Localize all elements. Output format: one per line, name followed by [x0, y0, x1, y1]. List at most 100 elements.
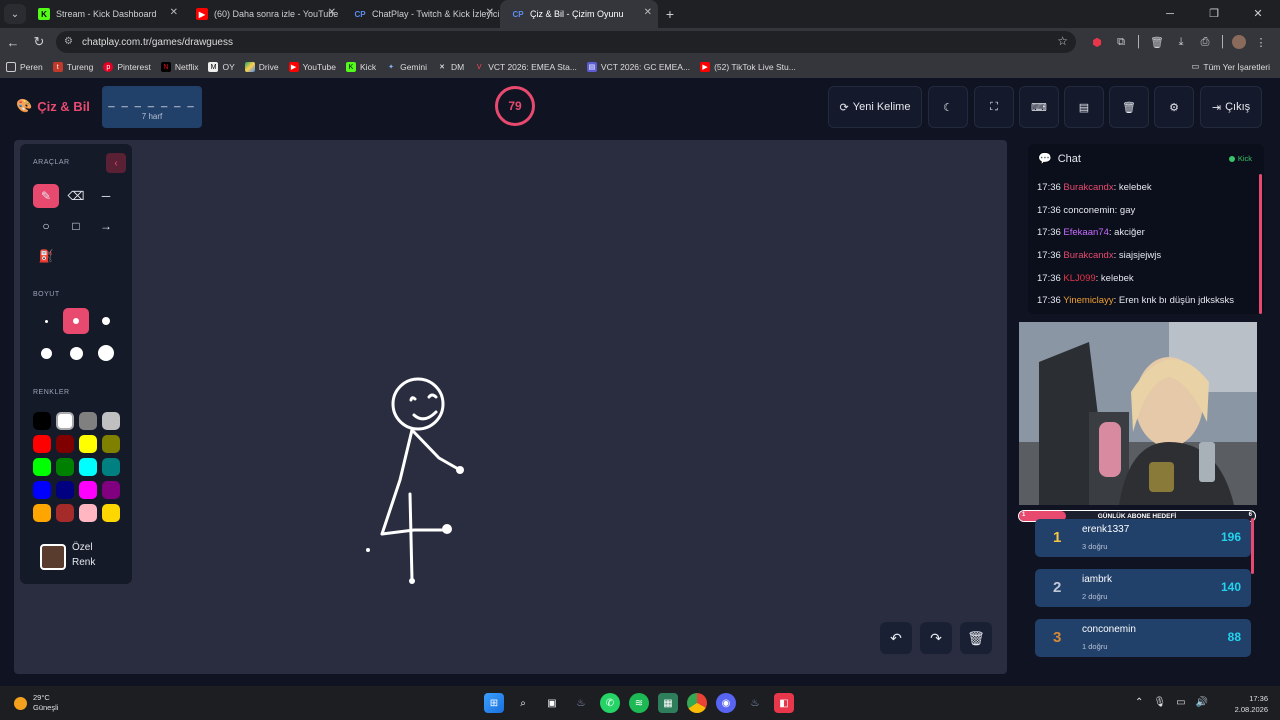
- color-swatch[interactable]: [79, 458, 97, 476]
- color-swatch[interactable]: [56, 435, 74, 453]
- tab-drawguess[interactable]: CP Çiz & Bil - Çizim Oyunu ✕: [500, 0, 658, 28]
- arrow-tool[interactable]: →: [93, 214, 119, 238]
- bookmark-item[interactable]: p Pinterest: [103, 62, 151, 72]
- fill-tool[interactable]: ⛽: [33, 244, 59, 268]
- url-field[interactable]: ⚙ chatplay.com.tr/games/drawguess ☆: [56, 31, 1076, 53]
- bookmark-item[interactable]: Drive: [244, 62, 279, 72]
- color-swatch[interactable]: [56, 481, 74, 499]
- color-swatch[interactable]: [33, 504, 51, 522]
- close-icon[interactable]: ✕: [328, 7, 336, 18]
- chat-scrollbar[interactable]: [1259, 174, 1262, 314]
- size-option-4[interactable]: [33, 340, 59, 366]
- windows-start-icon[interactable]: ⊞: [484, 693, 504, 713]
- color-swatch[interactable]: [79, 435, 97, 453]
- color-swatch[interactable]: [102, 458, 120, 476]
- extension-icon[interactable]: ⬢: [1088, 33, 1106, 51]
- print-icon[interactable]: ⎙: [1196, 33, 1214, 51]
- trash-icon[interactable]: 🗑: [1148, 33, 1166, 51]
- tab-kick-dashboard[interactable]: K Stream - Kick Dashboard ✕: [26, 0, 184, 28]
- all-bookmarks-button[interactable]: ▭ Tüm Yer İşaretleri: [1191, 61, 1270, 72]
- settings-button[interactable]: ⚙: [1154, 86, 1194, 128]
- task-view-icon[interactable]: ▣: [542, 693, 562, 713]
- bookmark-item[interactable]: ✦ Gemini: [386, 62, 427, 72]
- bookmark-item[interactable]: Peren: [6, 62, 43, 72]
- color-swatch[interactable]: [102, 504, 120, 522]
- bookmark-item[interactable]: t Tureng: [52, 62, 93, 72]
- close-window-button[interactable]: ✕: [1236, 0, 1280, 28]
- color-swatch[interactable]: [33, 458, 51, 476]
- size-option-1[interactable]: [33, 308, 59, 334]
- app-icon[interactable]: ▦: [658, 693, 678, 713]
- undo-button[interactable]: ↶: [880, 622, 912, 654]
- tab-chatplay[interactable]: CP ChatPlay - Twitch & Kick İzleyici ✕: [342, 0, 500, 28]
- minimize-button[interactable]: ─: [1148, 0, 1192, 28]
- close-icon[interactable]: ✕: [644, 7, 652, 18]
- volume-icon[interactable]: 🔊: [1196, 697, 1208, 708]
- profile-avatar[interactable]: [1232, 35, 1246, 49]
- redo-button[interactable]: ↷: [920, 622, 952, 654]
- size-option-2[interactable]: [63, 308, 89, 334]
- custom-color-swatch[interactable]: [40, 544, 66, 570]
- size-option-5[interactable]: [63, 340, 89, 366]
- size-option-3[interactable]: [93, 308, 119, 334]
- color-swatch[interactable]: [56, 458, 74, 476]
- clear-canvas-button[interactable]: 🗑: [960, 622, 992, 654]
- color-swatch[interactable]: [79, 504, 97, 522]
- fullscreen-button[interactable]: ⛶: [974, 86, 1014, 128]
- archive-button[interactable]: ▤: [1064, 86, 1104, 128]
- circle-tool[interactable]: ○: [33, 214, 59, 238]
- color-swatch[interactable]: [102, 481, 120, 499]
- bookmark-item[interactable]: V VCT 2026: EMEA Sta...: [474, 62, 577, 72]
- chat-username[interactable]: conconemin: [1063, 205, 1114, 216]
- color-swatch[interactable]: [56, 504, 74, 522]
- drawing-canvas[interactable]: [14, 140, 1007, 674]
- whatsapp-icon[interactable]: ✆: [600, 693, 620, 713]
- chrome-icon[interactable]: [687, 693, 707, 713]
- network-icon[interactable]: ▭: [1176, 697, 1185, 708]
- close-icon[interactable]: ✕: [170, 7, 178, 18]
- back-button[interactable]: ←: [0, 35, 26, 50]
- rectangle-tool[interactable]: □: [63, 214, 89, 238]
- steam-icon[interactable]: ♨: [571, 693, 591, 713]
- system-clock[interactable]: 17:36 2.08.2026: [1235, 693, 1268, 715]
- color-swatch[interactable]: [56, 412, 74, 430]
- reload-button[interactable]: ↻: [26, 34, 52, 50]
- color-swatch[interactable]: [102, 412, 120, 430]
- clear-all-button[interactable]: 🗑: [1109, 86, 1149, 128]
- spotify-icon[interactable]: ≋: [629, 693, 649, 713]
- bookmark-item[interactable]: K Kick: [346, 62, 376, 72]
- chat-username[interactable]: Efekaan74: [1063, 227, 1108, 238]
- weather-widget[interactable]: 29°C Güneşli: [14, 693, 58, 713]
- search-icon[interactable]: ⌕: [513, 693, 533, 713]
- site-info-icon[interactable]: ⚙: [64, 36, 73, 47]
- bookmark-star-icon[interactable]: ☆: [1057, 34, 1068, 48]
- maximize-button[interactable]: ❐: [1192, 0, 1236, 28]
- color-swatch[interactable]: [33, 412, 51, 430]
- chevron-up-icon[interactable]: ⌃: [1135, 697, 1143, 708]
- new-tab-button[interactable]: +: [658, 6, 682, 22]
- chat-username[interactable]: Yinemiclayy: [1063, 295, 1113, 306]
- line-tool[interactable]: ─: [93, 184, 119, 208]
- discord-icon[interactable]: ◉: [716, 693, 736, 713]
- app-icon[interactable]: ◧: [774, 693, 794, 713]
- size-option-6[interactable]: [93, 340, 119, 366]
- bookmark-item[interactable]: ✕ DM: [437, 62, 464, 72]
- chat-username[interactable]: KLJ099: [1063, 273, 1095, 284]
- tab-youtube[interactable]: ▶ (60) Daha sonra izle - YouTube ✕: [184, 0, 342, 28]
- exit-button[interactable]: ⇥ Çıkış: [1200, 86, 1262, 128]
- steam-icon[interactable]: ♨: [745, 693, 765, 713]
- collapse-panel-button[interactable]: ‹: [106, 153, 126, 173]
- color-swatch[interactable]: [33, 435, 51, 453]
- download-icon[interactable]: ⤓: [1172, 33, 1190, 51]
- extensions-icon[interactable]: ⧉: [1112, 33, 1130, 51]
- bookmark-item[interactable]: N Netflix: [160, 62, 198, 72]
- bookmark-item[interactable]: M OY: [208, 62, 235, 72]
- leaderboard-scrollbar[interactable]: [1251, 518, 1254, 574]
- pencil-tool[interactable]: ✎: [33, 184, 59, 208]
- bookmark-item[interactable]: ▶ (52) TikTok Live Stu...: [700, 62, 796, 72]
- color-swatch[interactable]: [102, 435, 120, 453]
- chat-username[interactable]: Burakcandx: [1063, 250, 1113, 261]
- close-icon[interactable]: ✕: [486, 7, 494, 18]
- bookmark-item[interactable]: ▶ YouTube: [288, 62, 336, 72]
- keyboard-button[interactable]: ⌨: [1019, 86, 1059, 128]
